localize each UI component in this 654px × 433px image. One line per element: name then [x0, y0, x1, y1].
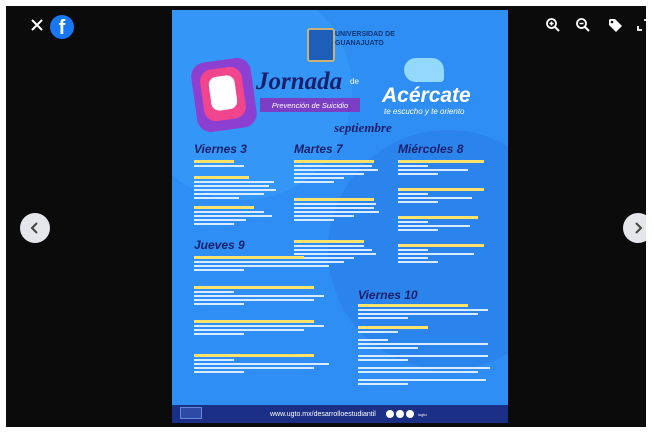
- acercate-title: Acércate: [382, 84, 471, 107]
- image-viewer: f UNIVERSIDAD DE GUANAJUATO Jornada de P…: [6, 6, 646, 427]
- zoom-in-icon[interactable]: [540, 12, 566, 38]
- chevron-right-icon: [635, 222, 643, 234]
- schedule-block-miercoles8: [398, 160, 494, 273]
- day-heading-jueves9: Jueves 9: [194, 238, 245, 252]
- university-name: UNIVERSIDAD DE GUANAJUATO: [335, 31, 395, 47]
- day-heading-viernes3: Viernes 3: [194, 142, 247, 156]
- schedule-block-jueves9: [194, 256, 344, 407]
- schedule-block-viernes3: [194, 160, 284, 231]
- footer-logo: [180, 407, 202, 419]
- day-heading-viernes10: Viernes 10: [358, 288, 418, 302]
- tag-icon[interactable]: [602, 12, 628, 38]
- poster-subtitle: Prevención de Suicidio: [260, 98, 360, 112]
- zoom-out-icon[interactable]: [570, 12, 596, 38]
- acercate-subtitle: te escucho y te oriento: [384, 107, 465, 116]
- facebook-icon[interactable]: f: [50, 15, 74, 39]
- day-heading-miercoles8: Miércoles 8: [398, 142, 464, 156]
- poster-month: septiembre: [334, 120, 392, 135]
- university-logo: [307, 28, 335, 62]
- fullscreen-icon[interactable]: [630, 12, 646, 38]
- next-button[interactable]: [623, 213, 646, 243]
- social-icons: [385, 410, 414, 418]
- previous-button[interactable]: [20, 213, 50, 243]
- day-heading-martes7: Martes 7: [294, 142, 343, 156]
- poster-title: Jornada: [256, 68, 343, 95]
- schedule-block-viernes10: [358, 304, 498, 405]
- poster-footer: www.ugto.mx/desarrolloestudiantil /ugto: [172, 405, 508, 423]
- event-poster-image: UNIVERSIDAD DE GUANAJUATO Jornada de Pre…: [172, 10, 508, 423]
- close-icon[interactable]: [24, 12, 50, 38]
- chevron-left-icon: [30, 222, 38, 234]
- chat-bubble-icon: [404, 58, 444, 82]
- footer-url: www.ugto.mx/desarrolloestudiantil: [270, 410, 376, 418]
